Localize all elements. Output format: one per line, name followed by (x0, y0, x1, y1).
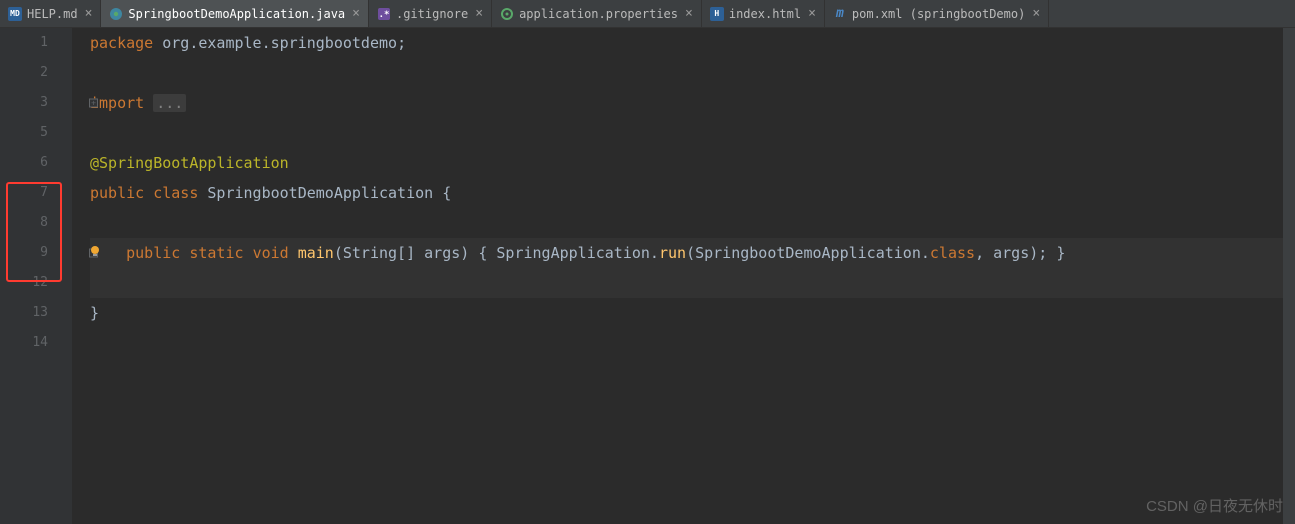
line-number: 2 (0, 58, 48, 88)
code-line (90, 208, 1295, 238)
line-number: 6 (0, 148, 48, 178)
tab-help-md[interactable]: MD HELP.md × (0, 0, 101, 27)
code-line: +import ... (90, 88, 1295, 118)
gitignore-file-icon: .* (377, 7, 391, 21)
line-number: 13 (0, 298, 48, 328)
tab-label: index.html (729, 7, 801, 21)
line-number: 8 (0, 208, 48, 238)
svg-text:.*: .* (379, 10, 390, 20)
tab-pom-xml[interactable]: m pom.xml (springbootDemo) × (825, 0, 1049, 27)
html-file-icon: H (710, 7, 724, 21)
close-icon[interactable]: × (806, 6, 816, 21)
tab-label: .gitignore (396, 7, 468, 21)
line-number: 5 (0, 118, 48, 148)
markdown-file-icon: MD (8, 7, 22, 21)
code-editor: 1 2 3 5 6 7 8 9 12 13 14 package org.exa… (0, 28, 1295, 524)
properties-file-icon (500, 7, 514, 21)
line-number: 3 (0, 88, 48, 118)
tab-springbootdemoapplication[interactable]: SpringbootDemoApplication.java × (101, 0, 369, 27)
watermark-text: CSDN @日夜无休时 (1146, 495, 1283, 516)
intention-bulb-icon[interactable] (88, 238, 102, 268)
code-line: + public static void main(String[] args)… (90, 238, 1295, 268)
tab-label: HELP.md (27, 7, 78, 21)
code-line (90, 118, 1295, 148)
java-class-icon (109, 7, 123, 21)
code-line (90, 58, 1295, 88)
tab-index-html[interactable]: H index.html × (702, 0, 825, 27)
line-number: 7 (0, 178, 48, 208)
vertical-scrollbar[interactable] (1283, 28, 1295, 524)
maven-file-icon: m (833, 7, 847, 21)
folded-region[interactable]: ... (153, 94, 186, 112)
code-line: } (90, 298, 1295, 328)
line-number: 14 (0, 328, 48, 358)
editor-tabs: MD HELP.md × SpringbootDemoApplication.j… (0, 0, 1295, 28)
code-line: public class SpringbootDemoApplication { (90, 178, 1295, 208)
close-icon[interactable]: × (473, 6, 483, 21)
line-number: 12 (0, 268, 48, 298)
tab-application-properties[interactable]: application.properties × (492, 0, 702, 27)
code-line (90, 328, 1295, 358)
close-icon[interactable]: × (350, 6, 360, 21)
tab-label: pom.xml (springbootDemo) (852, 7, 1025, 21)
tab-gitignore[interactable]: .* .gitignore × (369, 0, 492, 27)
code-line (90, 268, 1295, 298)
line-number: 9 (0, 238, 48, 268)
code-area[interactable]: package org.example.springbootdemo; +imp… (72, 28, 1295, 524)
tab-label: SpringbootDemoApplication.java (128, 7, 345, 21)
close-icon[interactable]: × (1030, 6, 1040, 21)
gutter: 1 2 3 5 6 7 8 9 12 13 14 (0, 28, 72, 524)
close-icon[interactable]: × (83, 6, 93, 21)
tab-label: application.properties (519, 7, 678, 21)
code-line: @SpringBootApplication (90, 148, 1295, 178)
line-number: 1 (0, 28, 48, 58)
fold-icon[interactable]: + (89, 99, 98, 108)
code-line: package org.example.springbootdemo; (90, 28, 1295, 58)
close-icon[interactable]: × (683, 6, 693, 21)
